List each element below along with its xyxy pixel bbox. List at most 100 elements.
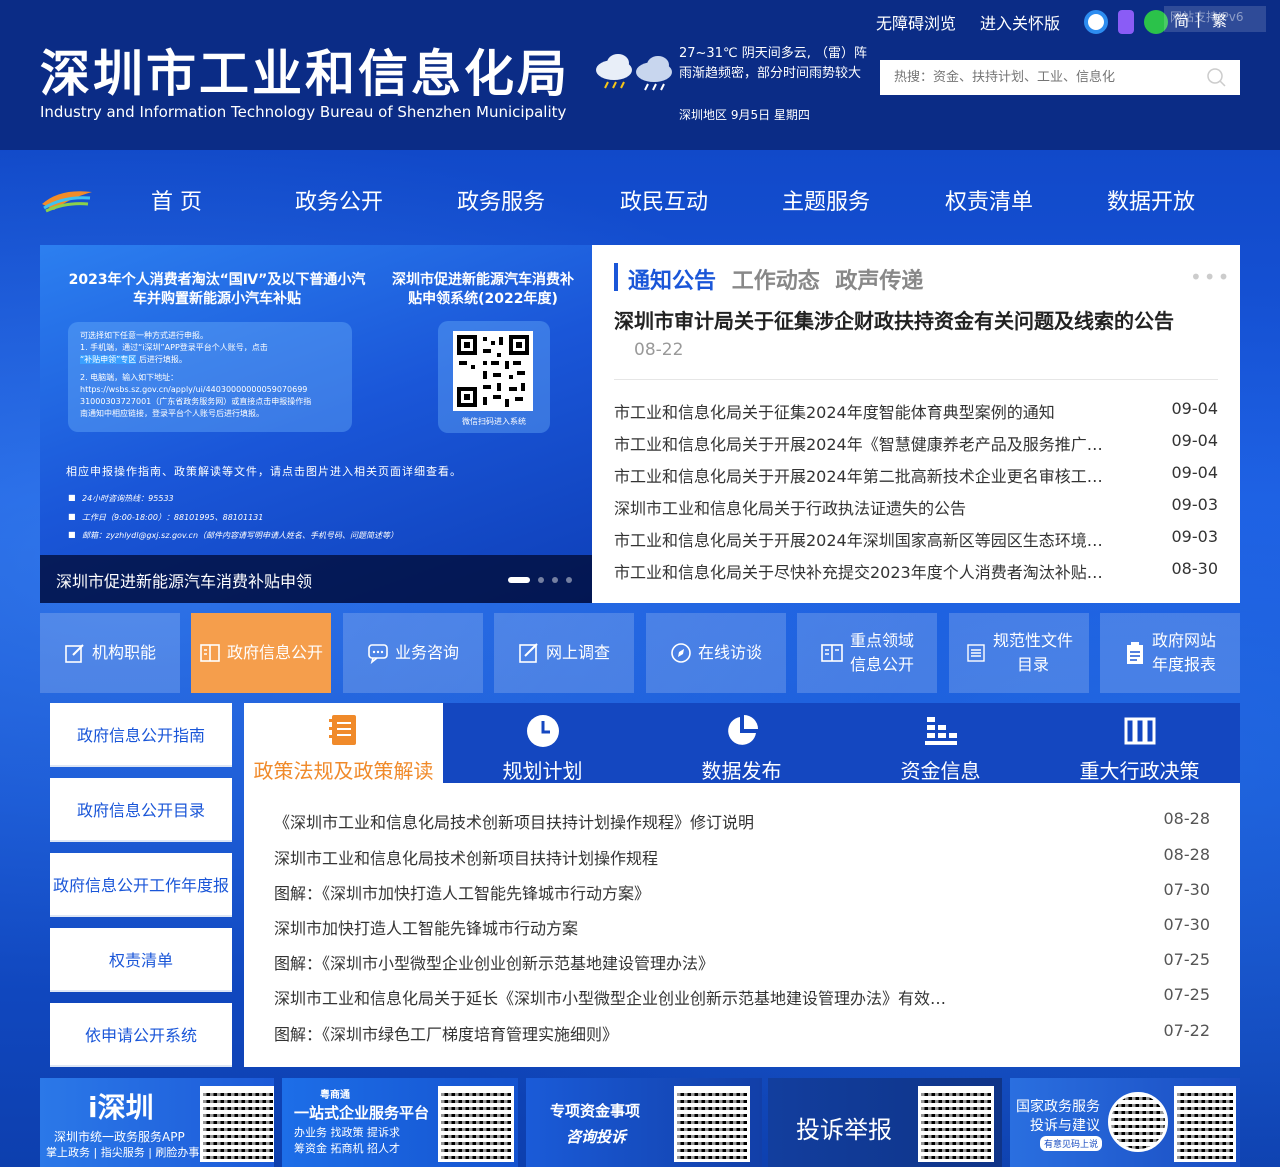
quick-consulting[interactable]: 业务咨询 — [343, 613, 483, 693]
nav-open-data[interactable]: 数据开放 — [1107, 184, 1195, 216]
qr-code — [453, 331, 533, 411]
nav-gov-service[interactable]: 政务服务 — [457, 184, 545, 216]
list-item-title[interactable]: 《深圳市工业和信息化局技术创新项目扶持计划操作规程》修订说明 — [274, 809, 954, 833]
list-item[interactable]: 市工业和信息化局关于开展2024年第二批高新技术企业更名审核工作的通知 09-04 — [614, 463, 1218, 487]
mini-program-code — [1108, 1092, 1168, 1152]
quick-label: 重点领域 信息公开 — [849, 631, 914, 674]
service-national-gov[interactable]: 国家政务服务 投诉与建议 有意见码上说 — [1010, 1078, 1240, 1167]
quick-online-interview[interactable]: 在线访谈 — [646, 613, 786, 693]
banner-email: 邮箱：zyzhlydl@gxj.sz.gov.cn（邮件内容请写明申请人姓名、手… — [68, 530, 398, 541]
list-icon — [967, 644, 985, 662]
list-item[interactable]: 深圳市工业和信息化局关于行政执法证遗失的公告 09-03 — [614, 495, 1218, 519]
more-link[interactable]: ••• — [1190, 265, 1231, 289]
accessibility-link[interactable]: 无障碍浏览 — [876, 10, 956, 34]
care-mode-link[interactable]: 进入关怀版 — [980, 10, 1060, 34]
list-item-title[interactable]: 图解：《深圳市绿色工厂梯度培育管理实施细则》 — [274, 1021, 954, 1045]
list-item-title[interactable]: 深圳市工业和信息化局关于延长《深圳市小型微型企业创业创新示范基地建设管理办法》有… — [274, 985, 954, 1009]
list-item[interactable]: 市工业和信息化局关于开展2024年深圳国家高新区等园区生态环境的通知 09-03 — [614, 527, 1218, 551]
list-item-title[interactable]: 图解：《深圳市小型微型企业创业创新示范基地建设管理办法》 — [274, 950, 954, 974]
list-item[interactable]: 图解：《深圳市绿色工厂梯度培育管理实施细则》 07-22 — [274, 1021, 1224, 1045]
quick-gov-info-open[interactable]: 政府信息公开 — [191, 613, 331, 693]
isz-line1: 深圳市统一政务服务APP — [54, 1130, 185, 1144]
side-link-open-catalog[interactable]: 政府信息公开目录 — [50, 778, 232, 842]
list-item[interactable]: 图解：《深圳市小型微型企业创业创新示范基地建设管理办法》 07-25 — [274, 950, 1224, 974]
quick-normative-docs[interactable]: 规范性文件 目录 — [949, 613, 1089, 693]
service-yueshangtong[interactable]: 粤商通 一站式企业服务平台 办业务 找政策 提诉求 筹资金 拓商机 招人才 — [282, 1078, 518, 1167]
list-item[interactable]: 深圳市加快打造人工智能先锋城市行动方案 07-30 — [274, 915, 1224, 939]
list-item-title[interactable]: 市工业和信息化局关于开展2024年第二批高新技术企业更名审核工作的通知 — [614, 463, 1114, 487]
quick-key-areas[interactable]: 重点领域 信息公开 — [797, 613, 937, 693]
lang-traditional[interactable]: 繁 — [1212, 10, 1227, 31]
carousel-dot-active[interactable] — [508, 577, 530, 583]
side-link-apply-system[interactable]: 依申请公开系统 — [50, 1003, 232, 1067]
lang-simplified[interactable]: 简 — [1174, 10, 1189, 31]
nav-home[interactable]: 首 页 — [151, 184, 202, 216]
search-box — [880, 60, 1240, 95]
banner-qr-panel: 微信扫码进入系统 — [438, 321, 550, 433]
mobile-icon[interactable] — [1118, 10, 1135, 34]
clipboard-icon — [1126, 642, 1143, 664]
tab-data-release[interactable]: 数据发布 — [642, 703, 841, 783]
headline-title[interactable]: 深圳市审计局关于征集涉企财政扶持资金有关问题及线索的公告 — [614, 305, 1218, 334]
list-item[interactable]: 图解：《深圳市加快打造人工智能先锋城市行动方案》 07-30 — [274, 880, 1224, 904]
list-item-title[interactable]: 深圳市工业和信息化局关于行政执法证遗失的公告 — [614, 495, 1114, 519]
carousel-dot[interactable] — [538, 577, 544, 583]
nav-power-list[interactable]: 权责清单 — [945, 184, 1033, 216]
list-item[interactable]: 深圳市工业和信息化局技术创新项目扶持计划操作规程 08-28 — [274, 845, 1224, 869]
weather-rain-icon — [596, 54, 672, 91]
tab-major-decisions[interactable]: 重大行政决策 — [1040, 703, 1239, 783]
list-item-title[interactable]: 市工业和信息化局关于征集2024年度智能体育典型案例的通知 — [614, 399, 1114, 423]
service-complaint[interactable]: 投诉举报 — [768, 1078, 1002, 1167]
list-item-title[interactable]: 深圳市加快打造人工智能先锋城市行动方案 — [274, 915, 954, 939]
quick-annual-report[interactable]: 政府网站 年度报表 — [1100, 613, 1240, 693]
news-panel: 通知公告 工作动态 政声传递 ••• 深圳市审计局关于征集涉企财政扶持资金有关问… — [592, 245, 1240, 603]
list-item-date: 08-28 — [1163, 809, 1211, 828]
main-nav: 首 页 政务公开 政务服务 政民互动 主题服务 权责清单 数据开放 — [0, 170, 1280, 230]
site-title[interactable]: 深圳市工业和信息化局 — [40, 34, 570, 106]
banner-instruction-line: 1. 手机端，通过“i深圳”APP登录平台个人账号，点击 — [80, 343, 268, 352]
nav-interaction[interactable]: 政民互动 — [620, 184, 708, 216]
list-item-title[interactable]: 市工业和信息化局关于开展2024年《智慧健康养老产品及服务推广目录》申报工作的通… — [614, 431, 1114, 455]
quick-online-survey[interactable]: 网上调查 — [494, 613, 634, 693]
shenzhen-logo-icon[interactable] — [40, 184, 94, 214]
tab-gov-voice[interactable]: 政声传递 — [835, 263, 923, 295]
nav-theme-service[interactable]: 主题服务 — [782, 184, 870, 216]
banner-carousel[interactable]: 2023年个人消费者淘汰“国Ⅳ”及以下普通小汽车并购置新能源小汽车补贴 深圳市促… — [40, 245, 592, 603]
search-icon[interactable] — [1206, 67, 1226, 87]
list-item[interactable]: 市工业和信息化局关于开展2024年《智慧健康养老产品及服务推广目录》申报工作的通… — [614, 431, 1218, 455]
tab-notices[interactable]: 通知公告 — [628, 263, 716, 295]
nav-gov-affairs-open[interactable]: 政务公开 — [295, 184, 383, 216]
tab-planning[interactable]: 规划计划 — [443, 703, 642, 783]
side-link-annual-report[interactable]: 政府信息公开工作年度报 — [50, 853, 232, 917]
banner-instruction-line: https://wsbs.sz.gov.cn/apply/ui/44030000… — [80, 385, 308, 394]
tab-policy-regulations[interactable]: 政策法规及政策解读 — [244, 703, 443, 783]
search-input[interactable] — [880, 60, 1190, 95]
list-item[interactable]: 市工业和信息化局关于尽快补充提交2023年度个人消费者淘汰补贴材料的通知 08-3… — [614, 559, 1218, 583]
tab-work-updates[interactable]: 工作动态 — [732, 263, 820, 295]
carousel-dot[interactable] — [566, 577, 572, 583]
list-item[interactable]: 市工业和信息化局关于征集2024年度智能体育典型案例的通知 09-04 — [614, 399, 1218, 423]
robot-icon[interactable] — [1084, 10, 1109, 34]
gov-line3: 有意见码上说 — [1040, 1136, 1103, 1151]
tab-fund-info[interactable]: 资金信息 — [841, 703, 1040, 783]
list-item-date: 08-28 — [1163, 845, 1211, 864]
list-item[interactable]: 深圳市工业和信息化局关于延长《深圳市小型微型企业创业创新示范基地建设管理办法》有… — [274, 985, 1224, 1009]
list-item-date: 09-04 — [1171, 431, 1219, 450]
list-item[interactable]: 《深圳市工业和信息化局技术创新项目扶持计划操作规程》修订说明 08-28 — [274, 809, 1224, 833]
site-header: 深圳市工业和信息化局 Industry and Information Tech… — [0, 0, 1280, 155]
carousel-dot[interactable] — [552, 577, 558, 583]
side-link-power-list[interactable]: 权责清单 — [50, 928, 232, 992]
compass-icon — [671, 643, 691, 663]
list-item-title[interactable]: 市工业和信息化局关于尽快补充提交2023年度个人消费者淘汰补贴材料的通知 — [614, 559, 1114, 583]
side-link-open-guide[interactable]: 政府信息公开指南 — [50, 703, 232, 767]
quick-label: 网上调查 — [545, 643, 610, 662]
banner-instructions: 可选择如下任意一种方式进行申报。 1. 手机端，通过“i深圳”APP登录平台个人… — [68, 322, 352, 432]
yss-brand: 粤商通 — [320, 1090, 350, 1101]
quick-org-functions[interactable]: 机构职能 — [40, 613, 180, 693]
list-item-title[interactable]: 深圳市工业和信息化局技术创新项目扶持计划操作规程 — [274, 845, 954, 869]
list-item-title[interactable]: 市工业和信息化局关于开展2024年深圳国家高新区等园区生态环境的通知 — [614, 527, 1114, 551]
list-item-title[interactable]: 图解：《深圳市加快打造人工智能先锋城市行动方案》 — [274, 880, 954, 904]
qr-code-image — [453, 331, 533, 411]
service-isz[interactable]: i深圳 深圳市统一政务服务APP 掌上政务 | 指尖服务 | 刷脸办事 — [40, 1078, 274, 1167]
service-special-fund[interactable]: 专项资金事项 咨询投诉 — [526, 1078, 762, 1167]
